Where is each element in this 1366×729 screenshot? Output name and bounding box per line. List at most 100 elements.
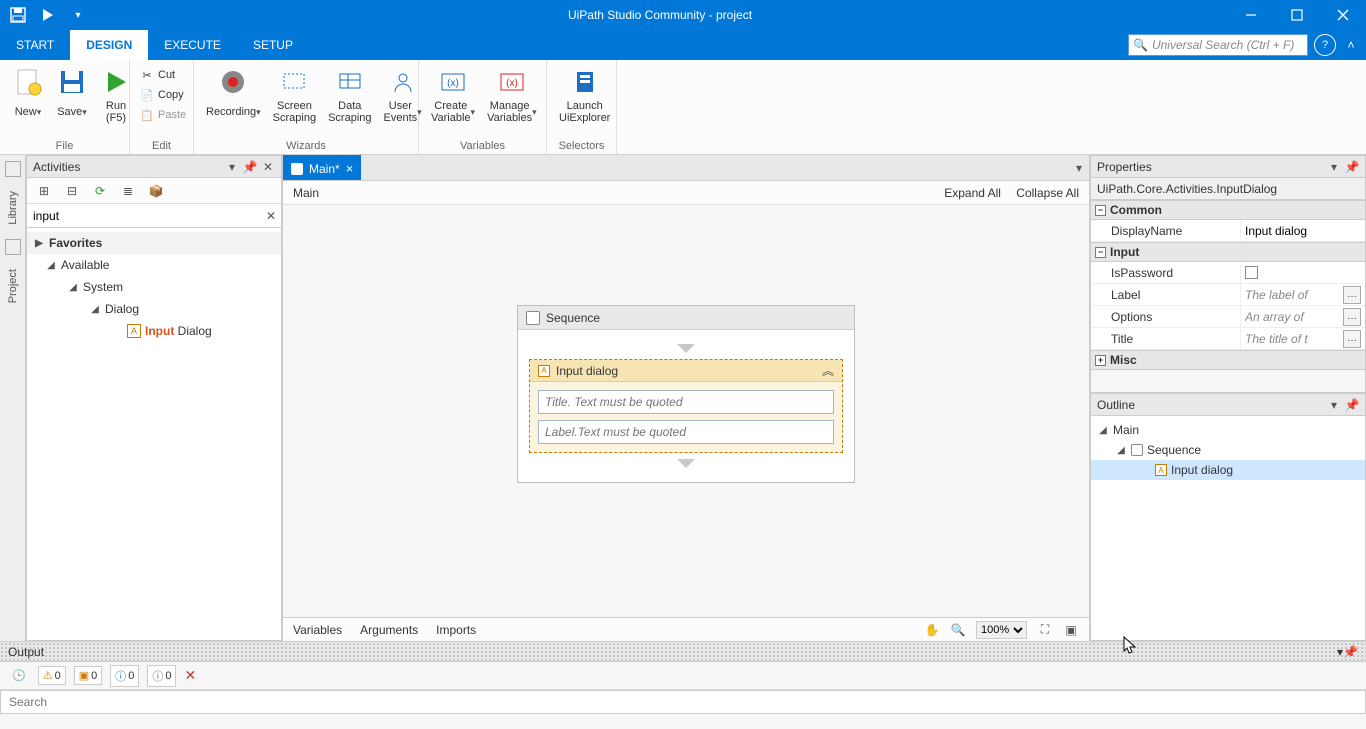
paste-button[interactable]: 📋Paste: [136, 106, 190, 124]
copy-button[interactable]: 📄Copy: [136, 86, 190, 104]
collapse-all-link[interactable]: Collapse All: [1016, 186, 1079, 200]
universal-search[interactable]: 🔍 Universal Search (Ctrl + F): [1128, 34, 1308, 56]
tree-favorites[interactable]: ▶Favorites: [27, 232, 281, 254]
prop-cat-common[interactable]: −Common: [1091, 200, 1365, 220]
filter-error[interactable]: ▣0: [74, 666, 103, 685]
collapse-icon[interactable]: ︽: [822, 362, 834, 379]
clear-search-icon[interactable]: ✕: [261, 209, 281, 223]
prop-edit-title[interactable]: …: [1343, 330, 1361, 348]
new-button[interactable]: New: [6, 64, 50, 126]
tree-system[interactable]: ◢System: [27, 276, 281, 298]
input-dialog-activity[interactable]: A Input dialog ︽: [529, 359, 843, 453]
fit-screen-icon[interactable]: ⛶: [1037, 622, 1053, 638]
filter-icon[interactable]: ≣: [119, 182, 137, 200]
input-dialog-title-field[interactable]: [538, 390, 834, 414]
window-title: UiPath Studio Community - project: [92, 8, 1228, 22]
drop-indicator-icon[interactable]: [677, 344, 695, 353]
user-events-icon: [387, 66, 419, 98]
maximize-button[interactable]: [1274, 0, 1320, 30]
tree-dialog[interactable]: ◢Dialog: [27, 298, 281, 320]
sequence-activity[interactable]: Sequence A Input dialog ︽: [517, 305, 855, 483]
ribbon-collapse-button[interactable]: ˄: [1342, 38, 1360, 52]
svg-text:(x): (x): [506, 78, 518, 89]
prop-val-ispassword[interactable]: [1245, 266, 1258, 279]
launch-uiexplorer-button[interactable]: Launch UiExplorer: [553, 64, 616, 126]
tab-overflow-icon[interactable]: ▾: [1069, 155, 1089, 180]
package-icon[interactable]: 📦: [147, 182, 165, 200]
pin-icon[interactable]: 📌: [1345, 160, 1359, 174]
title-bar: ▾ UiPath Studio Community - project: [0, 0, 1366, 30]
pin-icon[interactable]: 📌: [243, 160, 257, 174]
tab-start[interactable]: START: [0, 30, 70, 60]
help-button[interactable]: ?: [1314, 34, 1336, 56]
zoom-icon[interactable]: 🔍: [950, 622, 966, 638]
save-button[interactable]: Save: [50, 64, 94, 126]
prop-edit-label[interactable]: …: [1343, 286, 1361, 304]
clear-output-icon[interactable]: ✕: [184, 667, 196, 684]
activity-input-dialog[interactable]: A Input Dialog: [27, 320, 281, 342]
cut-button[interactable]: ✂Cut: [136, 66, 190, 84]
imports-tab[interactable]: Imports: [436, 623, 476, 637]
prop-val-options[interactable]: An array of: [1245, 310, 1341, 324]
outline-sequence[interactable]: ◢Sequence: [1091, 440, 1365, 460]
quick-access-toolbar: ▾: [0, 2, 92, 28]
arguments-tab[interactable]: Arguments: [360, 623, 418, 637]
create-variable-button[interactable]: (x) Create Variable: [425, 64, 481, 126]
drop-indicator-icon[interactable]: [677, 459, 695, 468]
output-search-input[interactable]: [0, 690, 1366, 714]
rail-tab-library[interactable]: Library: [5, 185, 21, 231]
expand-all-link[interactable]: Expand All: [944, 186, 1001, 200]
panel-options-icon[interactable]: ▾: [1327, 160, 1341, 174]
rail-tab-project[interactable]: Project: [5, 263, 21, 309]
tree-available[interactable]: ◢Available: [27, 254, 281, 276]
tab-close-icon[interactable]: ×: [346, 161, 354, 176]
info-icon: ⓘ: [115, 668, 126, 684]
zoom-select[interactable]: 100%: [976, 621, 1027, 639]
prop-val-displayname[interactable]: [1245, 224, 1361, 238]
screen-scraping-button[interactable]: Screen Scraping: [267, 64, 322, 126]
search-icon: 🔍: [1133, 38, 1148, 52]
prop-val-label[interactable]: The label of: [1245, 288, 1341, 302]
overview-icon[interactable]: ▣: [1063, 622, 1079, 638]
activities-search-input[interactable]: [27, 209, 261, 223]
run-qat-button[interactable]: [34, 2, 62, 28]
sequence-icon: [1131, 444, 1143, 456]
close-button[interactable]: [1320, 0, 1366, 30]
prop-cat-misc[interactable]: +Misc: [1091, 350, 1365, 370]
sequence-title: Sequence: [546, 311, 600, 325]
prop-val-title[interactable]: The title of t: [1245, 332, 1341, 346]
filter-trace[interactable]: ⓘ0: [147, 665, 176, 687]
prop-edit-options[interactable]: …: [1343, 308, 1361, 326]
prop-cat-input[interactable]: −Input: [1091, 242, 1365, 262]
qat-customize-button[interactable]: ▾: [64, 2, 92, 28]
recording-button[interactable]: Recording: [200, 64, 267, 126]
data-scraping-button[interactable]: Data Scraping: [322, 64, 377, 126]
paste-icon: 📋: [140, 108, 154, 122]
timestamp-toggle[interactable]: 🕒: [8, 667, 30, 684]
tab-setup[interactable]: SETUP: [237, 30, 309, 60]
panel-close-icon[interactable]: ✕: [261, 160, 275, 174]
panel-options-icon[interactable]: ▾: [225, 160, 239, 174]
expand-all-icon[interactable]: ⊞: [35, 182, 53, 200]
ribbon-group-selectors: Selectors: [547, 140, 616, 154]
pan-icon[interactable]: ✋: [924, 622, 940, 638]
collapse-all-icon[interactable]: ⊟: [63, 182, 81, 200]
designer-tab-main[interactable]: Main* ×: [283, 155, 361, 180]
outline-main[interactable]: ◢Main: [1091, 420, 1365, 440]
breadcrumb[interactable]: Main: [293, 186, 932, 200]
variables-tab[interactable]: Variables: [293, 623, 342, 637]
save-qat-button[interactable]: [4, 2, 32, 28]
design-canvas[interactable]: Sequence A Input dialog ︽: [283, 205, 1089, 617]
input-dialog-label-field[interactable]: [538, 420, 834, 444]
tab-execute[interactable]: EXECUTE: [148, 30, 237, 60]
pin-icon[interactable]: 📌: [1345, 398, 1359, 412]
filter-warning[interactable]: ⚠0: [38, 666, 66, 685]
pin-icon[interactable]: 📌: [1343, 645, 1358, 659]
panel-options-icon[interactable]: ▾: [1327, 398, 1341, 412]
minimize-button[interactable]: [1228, 0, 1274, 30]
refresh-icon[interactable]: ⟳: [91, 182, 109, 200]
manage-variables-button[interactable]: (x) Manage Variables: [481, 64, 543, 126]
tab-design[interactable]: DESIGN: [70, 30, 148, 60]
filter-info[interactable]: ⓘ0: [110, 665, 139, 687]
outline-input-dialog[interactable]: AInput dialog: [1091, 460, 1365, 480]
